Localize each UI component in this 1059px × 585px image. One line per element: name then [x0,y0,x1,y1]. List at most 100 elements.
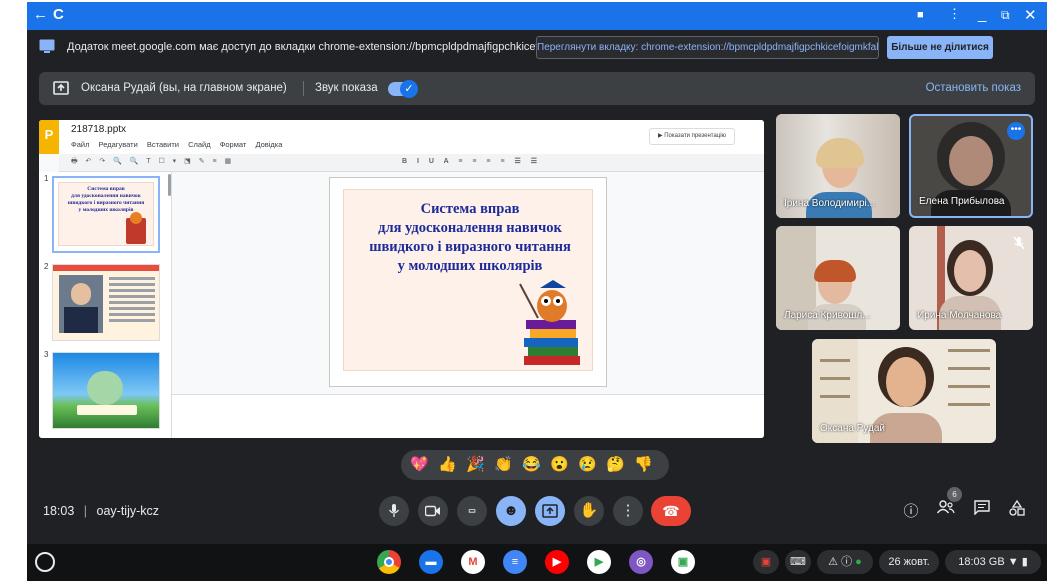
owl-on-books-illustration [519,280,580,365]
participant-self-face [886,357,926,407]
restore-icon[interactable]: ⧉ [1001,8,1010,23]
launcher-icon[interactable] [35,552,55,572]
chat-icon[interactable] [971,500,993,519]
toolbar-icons-left[interactable]: 🖶 ↶ ↷ 🔍 🔍 T ☐ ▾ ⬔ ✎ ≡ ▦ [71,157,234,168]
docs-app-icon[interactable]: ≡ [503,550,527,574]
gmail-app-icon[interactable]: M [461,550,485,574]
shelves [820,359,850,362]
slide-thumbnail-3[interactable] [52,352,160,429]
speaker-notes-area[interactable] [172,394,764,438]
participant-name-3: Лариса Кривошл... [784,310,871,321]
people-icon[interactable] [935,500,957,518]
participant-tile-1[interactable]: Ірина Володимирі... [776,114,900,218]
menu-insert[interactable]: Вставити [147,140,179,149]
reaction-thinking[interactable]: 🤔 [606,456,625,474]
activities-icon[interactable] [1006,499,1028,520]
captions-button[interactable]: ▭ [457,496,487,526]
microphone-button[interactable] [379,496,409,526]
raise-hand-button[interactable]: ✋ [574,496,604,526]
participant-tile-2[interactable]: ••• Елена Прибылова [909,114,1033,218]
participant-name-self: Оксана Рудай [820,423,886,434]
youtube-app-icon[interactable]: ▶ [545,550,569,574]
present-now-button[interactable] [535,496,565,526]
thumb2-portrait [59,275,103,333]
meeting-info: 18:03 | oay-tijy-kcz [43,504,159,518]
participant-tile-3[interactable]: Лариса Кривошл... [776,226,900,330]
thumb1-title: Система вправ для удосконалення навичок … [67,186,145,213]
participant-name-4: Ирина Молчанова [917,310,1002,321]
keyboard-tray-icon[interactable]: ⌨ [785,550,811,574]
participant-tile-self[interactable]: Оксана Рудай [812,339,996,443]
more-options-icon[interactable]: ••• [1007,122,1025,140]
slides-tray-icon[interactable]: ▣ [753,550,779,574]
present-button-label: Показати презентацію [664,133,727,139]
reaction-thumbs-up[interactable]: 👍 [438,456,457,474]
reload-icon[interactable]: C [53,6,64,23]
battery-icon: ▮ [1021,556,1028,568]
sound-toggle[interactable]: ✓ [388,80,418,98]
reaction-laugh[interactable]: 😂 [522,456,541,474]
slide-canvas-area: Система вправ для удосконалення навичок … [172,172,764,392]
participant-2-face [949,136,993,186]
participant-name-2: Елена Прибылова [919,196,1005,207]
reaction-party[interactable]: 🎉 [466,456,485,474]
slides-header: P 218718.pptx Файл Редагувати Вставити С… [39,120,764,154]
menu-help[interactable]: Довідка [255,140,282,149]
menu-edit[interactable]: Редагувати [99,140,138,149]
meet-app-icon[interactable]: ▣ [671,550,695,574]
notification-tray[interactable]: ⚠ ⓘ ● [817,550,873,574]
window-titlebar: ← C ■ ⋮ _ ⧉ ✕ [27,2,1047,30]
menu-slide[interactable]: Слайд [188,140,211,149]
close-icon[interactable]: ✕ [1024,6,1037,24]
end-call-button[interactable]: ☎ [651,496,691,526]
present-screen-icon [39,39,55,53]
camera-button[interactable] [418,496,448,526]
reactions-button[interactable]: ☻ [496,496,526,526]
os-shelf: ▬ M ≡ ▶ ▶ ◎ ▣ ▣ ⌨ ⚠ ⓘ ● 26 жовт. 18:03 G… [27,544,1047,581]
reaction-surprised[interactable]: 😮 [550,456,569,474]
reaction-sad[interactable]: 😢 [578,456,597,474]
toolbar-format-icons[interactable]: B I U A ≡ ≡ ≡ ≡ ☰ ☰ [402,157,541,165]
thumb3-book-illustration [77,405,137,415]
back-icon[interactable]: ← [33,6,48,23]
slide-thumbnail-2[interactable] [52,264,160,341]
filmstrip-scrollbar[interactable] [168,174,171,196]
hang-up-icon: ☎ [662,503,680,519]
check-icon: ✓ [400,80,418,98]
warning-icon: ⚠ [828,556,839,568]
stop-presenting-button[interactable]: Остановить показ [926,82,1021,94]
chrome-app-icon[interactable] [377,550,401,574]
activities-glyph [1009,499,1025,516]
date-text: 26 жовт. [888,556,930,568]
more-options-button[interactable]: ⋮ [613,496,643,526]
more-vert-icon[interactable]: ⋮ [948,6,961,22]
viber-app-icon[interactable]: ◎ [629,550,653,574]
participant-tile-4[interactable]: Ирина Молчанова [909,226,1033,330]
slide-thumbnail-1[interactable]: Система вправ для удосконалення навичок … [52,176,160,253]
stop-sharing-button[interactable]: Більше не ділитися [887,36,993,59]
files-app-icon[interactable]: ▬ [419,550,443,574]
view-tab-button[interactable]: Переглянути вкладку: chrome-extension://… [536,36,879,59]
minimize-icon[interactable]: _ [978,6,986,23]
reaction-thumbs-down[interactable]: 👎 [634,456,653,474]
present-button[interactable]: ▶ Показати презентацію [649,128,735,145]
slide-filmstrip: 1 Система вправ для удосконалення навичо… [39,172,172,438]
thumb2-text-lines [109,277,155,280]
presenting-bar: Оксана Рудай (вы, на главном экране) Зву… [39,72,1035,105]
shelves-right [948,349,990,352]
reaction-heart[interactable]: 💖 [410,456,429,474]
meeting-details-icon[interactable]: ⓘ [900,500,922,521]
status-tray[interactable]: 18:03 GB ▼ ▮ [945,550,1041,574]
menu-file[interactable]: Файл [71,140,89,149]
microphone-icon [388,504,400,517]
slides-menu: Файл Редагувати Вставити Слайд Формат До… [71,140,289,149]
menu-format[interactable]: Формат [220,140,247,149]
share-notice-bar: Додаток meet.google.com має доступ до вк… [27,30,1047,64]
camera-icon [424,505,440,517]
date-tray[interactable]: 26 жовт. [879,550,939,574]
clock-text: 18:03 GB [958,556,1005,568]
slide-title-line-2: для удосконалення навичок [378,220,562,236]
captions-icon: ▭ [468,506,476,515]
play-store-app-icon[interactable]: ▶ [587,550,611,574]
reaction-clap[interactable]: 👏 [494,456,513,474]
